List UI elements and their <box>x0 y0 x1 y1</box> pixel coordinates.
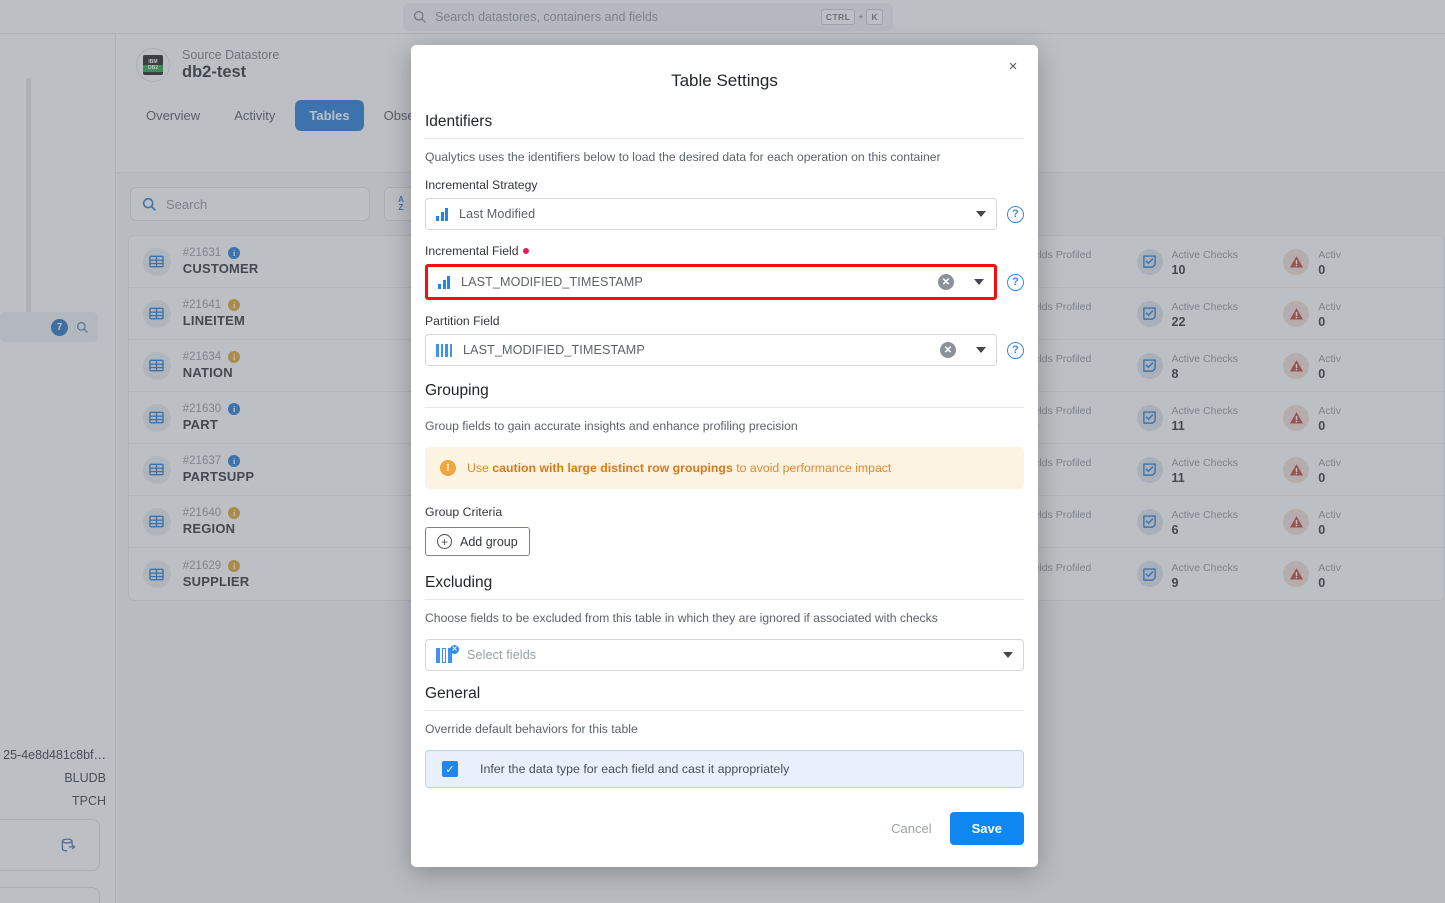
infer-data-type-checkbox[interactable]: ✓ <box>442 761 458 777</box>
partition-field-select[interactable]: LAST_MODIFIED_TIMESTAMP ✕ <box>425 334 997 366</box>
warning-prefix: Use <box>467 461 492 475</box>
incremental-strategy-label: Incremental Strategy <box>425 178 1024 192</box>
add-group-label: Add group <box>460 535 518 549</box>
divider <box>425 599 1024 600</box>
cancel-button[interactable]: Cancel <box>891 821 931 836</box>
help-icon[interactable]: ? <box>1007 274 1024 291</box>
partition-field-row: LAST_MODIFIED_TIMESTAMP ✕ ? <box>425 334 1024 366</box>
incremental-strategy-select[interactable]: Last Modified <box>425 198 997 230</box>
infer-data-type-option[interactable]: ✓ Infer the data type for each field and… <box>425 750 1024 788</box>
add-group-button[interactable]: + Add group <box>425 527 530 556</box>
help-icon[interactable]: ? <box>1007 342 1024 359</box>
partition-field-value: LAST_MODIFIED_TIMESTAMP <box>463 343 929 357</box>
plus-circle-icon: + <box>437 534 452 549</box>
columns-icon <box>436 344 452 357</box>
warning-suffix: to avoid performance impact <box>733 461 892 475</box>
exclude-fields-select[interactable]: ✕ Select fields <box>425 639 1024 671</box>
infer-data-type-label: Infer the data type for each field and c… <box>480 762 789 776</box>
grouping-warning: ! Use caution with large distinct row gr… <box>425 447 1024 489</box>
section-heading-excluding: Excluding <box>425 574 1024 599</box>
chevron-down-icon[interactable] <box>976 211 986 217</box>
dialog-title: Table Settings <box>411 45 1038 113</box>
incremental-strategy-value: Last Modified <box>459 207 956 221</box>
partition-field-label: Partition Field <box>425 314 1024 328</box>
close-icon[interactable]: × <box>1001 54 1025 78</box>
required-indicator-icon <box>523 248 529 254</box>
section-heading-identifiers: Identifiers <box>425 113 1024 138</box>
incremental-field-value: LAST_MODIFIED_TIMESTAMP <box>461 275 927 289</box>
chevron-down-icon[interactable] <box>974 279 984 285</box>
incremental-strategy-label-text: Incremental Strategy <box>425 178 537 192</box>
exclude-badge-icon: ✕ <box>450 645 459 654</box>
clear-icon[interactable]: ✕ <box>938 274 954 290</box>
incremental-field-row: LAST_MODIFIED_TIMESTAMP ✕ ? <box>425 264 1024 300</box>
help-icon[interactable]: ? <box>1007 206 1024 223</box>
divider <box>425 710 1024 711</box>
incremental-field-label: Incremental Field <box>425 244 1024 258</box>
divider <box>425 407 1024 408</box>
excluding-description: Choose fields to be excluded from this t… <box>425 611 1024 625</box>
bar-chart-icon <box>436 208 448 221</box>
exclude-fields-placeholder: Select fields <box>467 648 983 662</box>
screen: Search datastores, containers and fields… <box>0 0 1445 903</box>
general-description: Override default behaviors for this tabl… <box>425 722 1024 736</box>
table-settings-dialog: × Table Settings Identifiers Qualytics u… <box>411 45 1038 867</box>
warning-icon: ! <box>440 460 456 476</box>
clear-icon[interactable]: ✕ <box>940 342 956 358</box>
incremental-strategy-row: Last Modified ? <box>425 198 1024 230</box>
incremental-field-select[interactable]: LAST_MODIFIED_TIMESTAMP ✕ <box>425 264 997 300</box>
dialog-footer: Cancel Save <box>411 792 1038 867</box>
dialog-body: Identifiers Qualytics uses the identifie… <box>411 113 1038 792</box>
incremental-field-label-text: Incremental Field <box>425 244 518 258</box>
chevron-down-icon[interactable] <box>1003 652 1013 658</box>
identifiers-description: Qualytics uses the identifiers below to … <box>425 150 1024 164</box>
exclude-fields-icon: ✕ <box>436 648 456 663</box>
grouping-warning-text: Use caution with large distinct row grou… <box>467 461 891 475</box>
group-criteria-label: Group Criteria <box>425 505 1024 519</box>
divider <box>425 138 1024 139</box>
section-heading-general: General <box>425 685 1024 710</box>
warning-bold: caution with large distinct row grouping… <box>492 461 732 475</box>
save-button[interactable]: Save <box>950 812 1024 845</box>
section-heading-grouping: Grouping <box>425 382 1024 407</box>
grouping-description: Group fields to gain accurate insights a… <box>425 419 1024 433</box>
bar-chart-icon <box>438 276 450 289</box>
partition-field-label-text: Partition Field <box>425 314 500 328</box>
excluding-row: ✕ Select fields <box>425 639 1024 671</box>
chevron-down-icon[interactable] <box>976 347 986 353</box>
